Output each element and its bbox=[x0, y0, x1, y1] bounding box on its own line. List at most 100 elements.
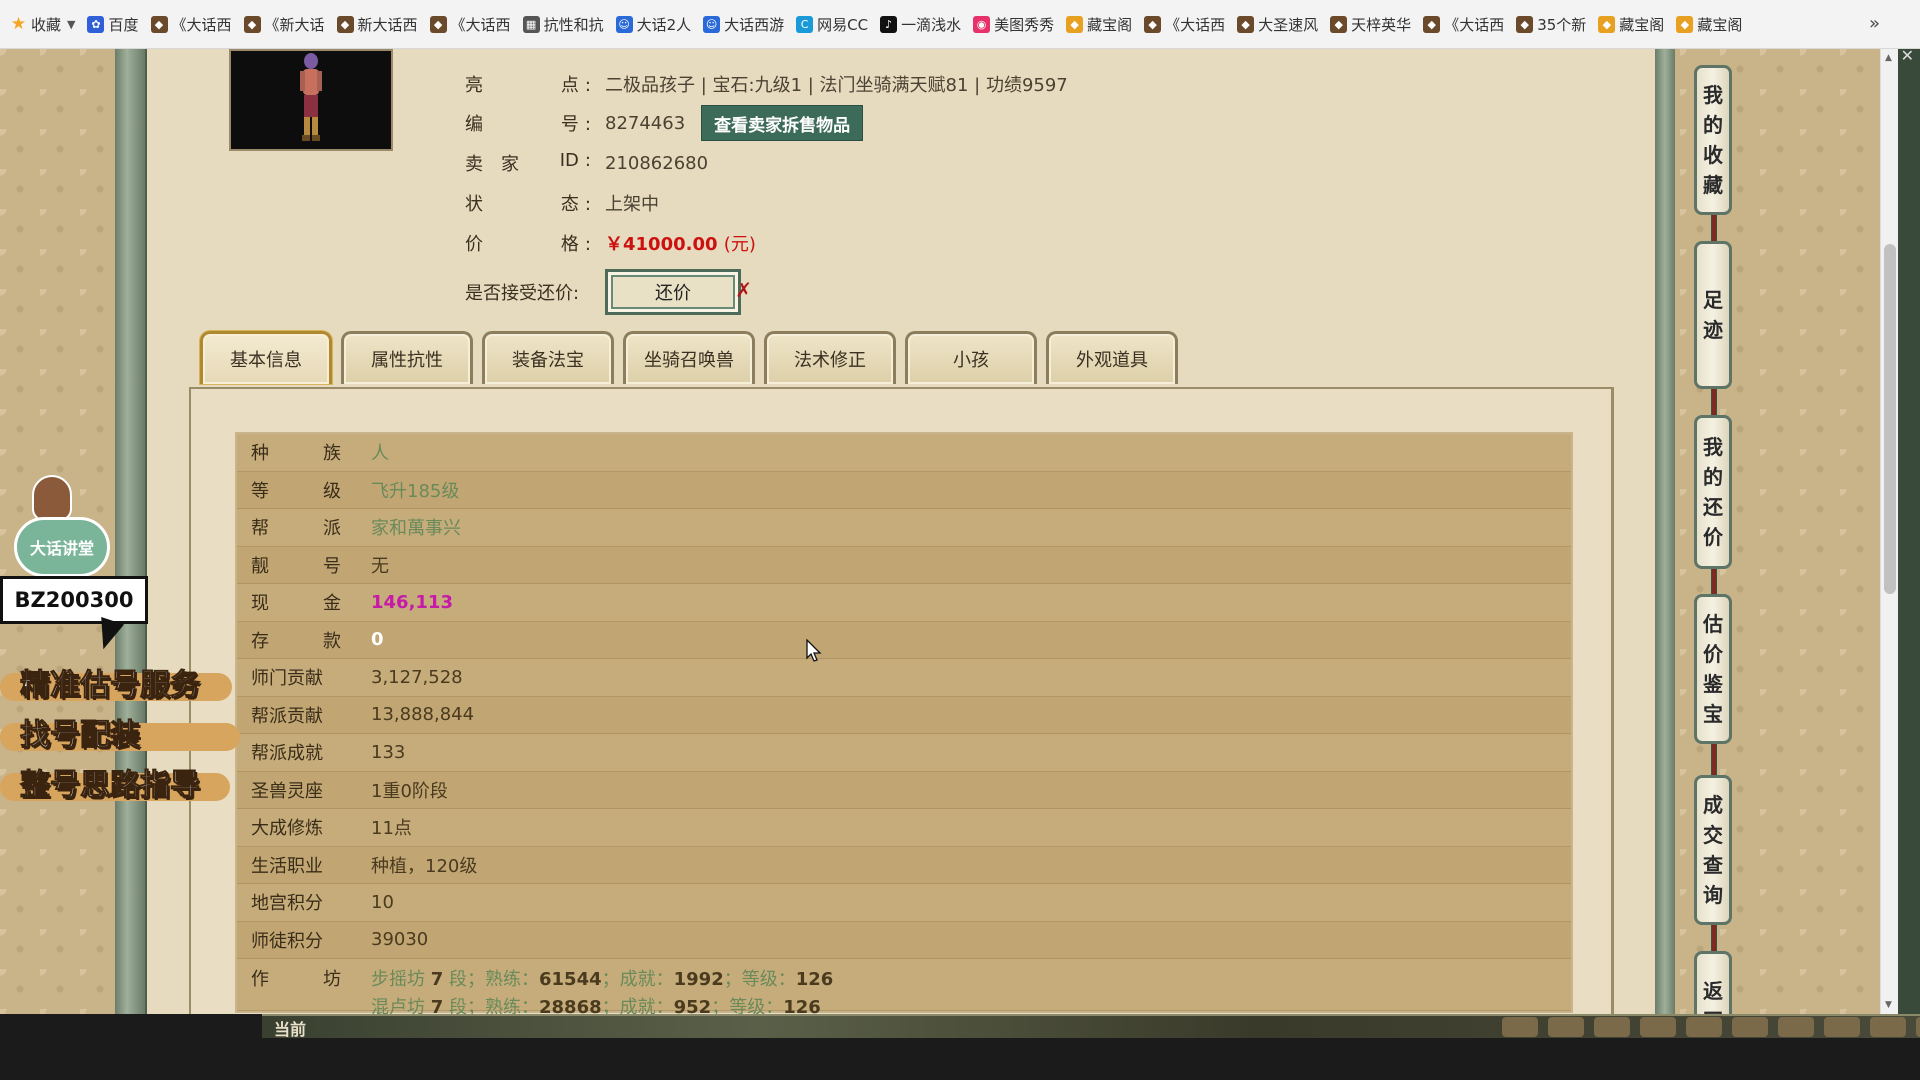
bookmark-label: 《大话西 bbox=[1444, 15, 1505, 34]
bookmark-label: 《大话西 bbox=[1165, 15, 1226, 34]
bookmark-label: 网易CC bbox=[817, 15, 869, 34]
game-tool-icon[interactable] bbox=[1594, 1017, 1630, 1037]
attribute-value: 1重0阶段 bbox=[371, 780, 448, 802]
bookmark-item[interactable]: ◉ 美图秀秀 bbox=[967, 9, 1060, 39]
item-id-label-b-text: 号 bbox=[560, 114, 579, 135]
bookmarks-more-button[interactable]: » bbox=[1869, 13, 1880, 34]
game-icon: ◆ bbox=[1423, 15, 1441, 33]
attribute-label: 师徒积分 bbox=[251, 930, 323, 952]
sidebar-button-char: 交 bbox=[1703, 823, 1723, 847]
attribute-row: 帮派成就 133 bbox=[237, 734, 1571, 772]
game-tool-icon[interactable] bbox=[1870, 1017, 1906, 1037]
sidebar-button-1[interactable]: 足迹 bbox=[1694, 241, 1732, 389]
workshop-row: 作坊步摇坊 7 段；熟练：61544；成就：1992；等级：126 混卢坊 7 段… bbox=[237, 959, 1571, 1014]
rail-connector bbox=[1711, 215, 1717, 241]
scroll-down-icon[interactable]: ▼ bbox=[1885, 1000, 1892, 1010]
game-icon: ◆ bbox=[1237, 15, 1255, 33]
bookmark-item[interactable]: ◆ 藏宝阁 bbox=[1592, 9, 1670, 39]
rail-connector bbox=[1711, 744, 1717, 775]
vertical-scrollbar[interactable]: ▲ ▼ bbox=[1880, 49, 1898, 1014]
bookmark-item[interactable]: ◆ 《大话西 bbox=[1138, 9, 1231, 39]
bookmark-item[interactable]: ◆ 新大话西 bbox=[331, 9, 424, 39]
bookmark-item[interactable]: C 网易CC bbox=[790, 9, 874, 39]
tab-5[interactable]: 小孩 bbox=[905, 331, 1037, 384]
bookmark-label: 大圣速风 bbox=[1258, 15, 1319, 34]
game-status-bar: 当前 bbox=[262, 1014, 1920, 1039]
scroll-up-icon[interactable]: ▲ bbox=[1885, 53, 1892, 63]
workshop-v3: 126 bbox=[783, 997, 821, 1014]
bookmark-item[interactable]: ◆ 《大话西 bbox=[424, 9, 517, 39]
attribute-row: 地宫积分 10 bbox=[237, 884, 1571, 922]
bookmark-item[interactable]: ◆ 35个新 bbox=[1510, 9, 1592, 39]
bargain-row: 是否接受还价: 还价 ✗ bbox=[465, 268, 752, 316]
colon: : bbox=[584, 234, 591, 255]
price-row: 价 格: ￥41000.00 (元) bbox=[465, 228, 756, 258]
game-channel-label: 当前 bbox=[274, 1020, 307, 1039]
tab-4[interactable]: 法术修正 bbox=[764, 331, 896, 384]
game-tool-icon[interactable] bbox=[1640, 1017, 1676, 1037]
bookmark-item[interactable]: ◆ 天梓英华 bbox=[1324, 9, 1417, 39]
close-icon[interactable]: ✕ bbox=[1901, 46, 1914, 65]
bookmark-label: 天梓英华 bbox=[1351, 15, 1412, 34]
attribute-label: 靓号 bbox=[237, 552, 371, 578]
bookmark-item[interactable]: ♪ 一滴浅水 bbox=[874, 9, 967, 39]
baidu-icon: ✿ bbox=[87, 15, 105, 33]
game-tool-icon[interactable] bbox=[1778, 1017, 1814, 1037]
attribute-row: 大成修炼 11点 bbox=[237, 809, 1571, 847]
bookmark-item[interactable]: ◆ 藏宝阁 bbox=[1060, 9, 1138, 39]
attribute-label: 地宫积分 bbox=[251, 893, 323, 915]
treasure-icon: ◆ bbox=[1676, 15, 1694, 33]
tab-1[interactable]: 属性抗性 bbox=[341, 331, 473, 384]
bookmark-item[interactable]: ★ 收藏 ▼ bbox=[4, 9, 81, 39]
tab-6[interactable]: 外观道具 bbox=[1046, 331, 1178, 384]
colon: : bbox=[584, 150, 591, 171]
sidebar-button-char: 我 bbox=[1703, 435, 1723, 459]
bookmark-item[interactable]: ◆ 大圣速风 bbox=[1231, 9, 1324, 39]
game-tool-icon[interactable] bbox=[1548, 1017, 1584, 1037]
status-value: 上架中 bbox=[605, 194, 659, 215]
attribute-value: 13,888,844 bbox=[371, 704, 475, 726]
chevron-down-icon[interactable]: ▼ bbox=[67, 18, 75, 31]
bookmark-label: 收藏 bbox=[31, 15, 62, 34]
attribute-label: 帮派贡献 bbox=[251, 705, 323, 727]
sidebar-button-2[interactable]: 我的还价 bbox=[1694, 415, 1732, 569]
sidebar-button-4[interactable]: 成交查询 bbox=[1694, 775, 1732, 925]
game-tool-icon[interactable] bbox=[1916, 1017, 1920, 1037]
bookmark-label: 藏宝阁 bbox=[1087, 15, 1133, 34]
item-id-row: 编 号: 8274463 查看卖家拆售物品 bbox=[465, 105, 864, 141]
attribute-value: 种植，120级 bbox=[371, 855, 478, 877]
game-tool-icon[interactable] bbox=[1502, 1017, 1538, 1037]
service-code: BZ200300 bbox=[0, 576, 148, 624]
workshop-line: 步摇坊 7 段；熟练：61544；成就：1992；等级：126 bbox=[371, 969, 834, 990]
bargain-button[interactable]: 还价 ✗ bbox=[605, 269, 752, 315]
sidebar-button-3[interactable]: 估价鉴宝 bbox=[1694, 594, 1732, 744]
attribute-value: 10 bbox=[371, 891, 394, 913]
tab-2[interactable]: 装备法宝 bbox=[482, 331, 614, 384]
attribute-row: 生活职业 种植，120级 bbox=[237, 846, 1571, 884]
bookmark-item[interactable]: ◆ 《大话西 bbox=[1417, 9, 1510, 39]
sidebar-button-5[interactable]: 返回 bbox=[1694, 951, 1732, 1014]
bookmark-item[interactable]: ◆ 《大话西 bbox=[145, 9, 238, 39]
price-label-b-text: 格 bbox=[560, 234, 579, 255]
game-tool-icon[interactable] bbox=[1732, 1017, 1768, 1037]
bookmark-item[interactable]: ◆ 《新大话 bbox=[238, 9, 331, 39]
sidebar-button-char: 藏 bbox=[1703, 173, 1723, 197]
bookmark-item[interactable]: ◆ 藏宝阁 bbox=[1670, 9, 1748, 39]
promo-text: 精准估号服务 bbox=[20, 668, 201, 704]
game-tool-icon[interactable] bbox=[1686, 1017, 1722, 1037]
attribute-label-a: 存 bbox=[251, 630, 269, 652]
left-frame-border bbox=[115, 49, 147, 1014]
tab-3[interactable]: 坐骑召唤兽 bbox=[623, 331, 755, 384]
bookmark-item[interactable]: ☺ 大话2人 bbox=[610, 9, 698, 39]
view-seller-items-button[interactable]: 查看卖家拆售物品 bbox=[701, 105, 864, 141]
bookmark-item[interactable]: ☺ 大话西游 bbox=[697, 9, 790, 39]
sidebar-button-char: 足 bbox=[1703, 288, 1723, 312]
sidebar-button-0[interactable]: 我的收藏 bbox=[1694, 65, 1732, 215]
scrollbar-thumb[interactable] bbox=[1884, 244, 1896, 594]
bookmark-item[interactable]: ✿ 百度 bbox=[81, 9, 144, 39]
attribute-label: 生活职业 bbox=[251, 855, 323, 877]
tab-0[interactable]: 基本信息 bbox=[200, 331, 332, 384]
game-tool-icon[interactable] bbox=[1824, 1017, 1860, 1037]
attribute-label: 帮派成就 bbox=[251, 743, 323, 765]
bookmark-item[interactable]: ▦ 抗性和抗 bbox=[517, 9, 610, 39]
